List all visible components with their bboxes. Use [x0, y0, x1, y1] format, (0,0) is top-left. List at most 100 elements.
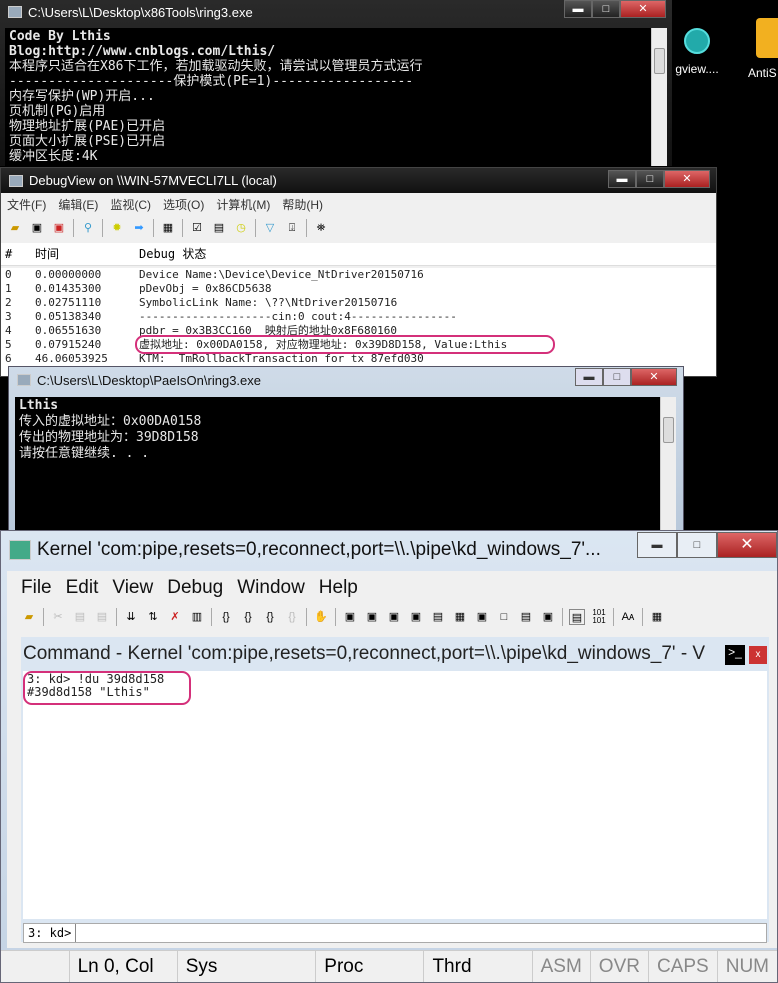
hex-icon[interactable]: 101 101 [591, 609, 607, 625]
menu-help[interactable]: 帮助(H) [282, 196, 323, 213]
callstack-icon[interactable]: ▦ [452, 609, 468, 625]
pane-close-button[interactable]: x [749, 646, 767, 664]
desktop-icon-dbgview[interactable]: gview.... [672, 28, 722, 76]
command-output: 3: kd> !du 39d8d158 #39d8d158 "Lthis" [23, 671, 767, 919]
scrollbar[interactable] [651, 28, 667, 166]
locals-icon[interactable]: ▣ [386, 609, 402, 625]
status-thread: Thrd 003:0 [423, 951, 531, 982]
log-row[interactable]: 1 0.01435300 pDevObj = 0x86CD5638 [1, 282, 716, 296]
minimize-button[interactable]: ▬ [637, 532, 677, 558]
disassembly-icon[interactable]: ▣ [474, 609, 490, 625]
scratch-icon[interactable]: □ [496, 609, 512, 625]
clock-icon[interactable]: ◷ [233, 220, 249, 236]
paeison-window[interactable]: C:\Users\L\Desktop\PaeIsOn\ring3.exe ▬ □ ✕… [8, 366, 684, 536]
step-out-icon[interactable]: {} [262, 609, 278, 625]
step-into-icon[interactable]: {} [218, 609, 234, 625]
filter-icon[interactable]: ☑ [189, 220, 205, 236]
minimize-button[interactable]: ▬ [564, 0, 592, 18]
debugview-window[interactable]: DebugView on \\WIN-57MVECLI7LL (local) ▬… [0, 167, 717, 377]
go-icon[interactable]: ⇊ [123, 609, 139, 625]
menu-window[interactable]: Window [237, 577, 305, 599]
close-button[interactable]: ✕ [631, 368, 677, 386]
capture-kernel-icon[interactable]: ▦ [160, 220, 176, 236]
log-list: 0 0.00000000 Device Name:\Device\Device_Nt… [1, 268, 716, 376]
close-button[interactable]: ✕ [717, 532, 777, 558]
minimize-button[interactable]: ▬ [608, 170, 636, 188]
debugview-app-icon [9, 174, 23, 187]
highlight-circle [135, 335, 555, 354]
memory-icon[interactable]: ▤ [430, 609, 446, 625]
processes-icon[interactable]: ▤ [518, 609, 534, 625]
options-icon[interactable]: ▦ [649, 609, 665, 625]
command-prompt-icon[interactable]: >_ [725, 645, 745, 665]
menu-computer[interactable]: 计算机(M) [216, 196, 270, 213]
status-system: Sys 0:KdSrv:S [176, 951, 316, 982]
menu-bar: File Edit View Debug Window Help [15, 573, 777, 603]
maximize-button[interactable]: □ [677, 532, 717, 558]
registers-icon[interactable]: ▣ [408, 609, 424, 625]
console-line: 页机制(PG)启用 [9, 104, 106, 119]
log-row[interactable]: 0 0.00000000 Device Name:\Device\Device_Nt… [1, 268, 716, 282]
restart-icon[interactable]: ⇅ [145, 609, 161, 625]
maximize-button[interactable]: □ [592, 0, 620, 18]
window-title: DebugView on \\WIN-57MVECLI7LL (local) [29, 173, 277, 188]
maximize-button[interactable]: □ [636, 170, 664, 188]
arrow-icon[interactable]: ➡ [131, 220, 147, 236]
toolbar: ▰ ▣ ▣ ⚲ ✹ ➡ ▦ ☑ ▤ ◷ ▽ ⍗ ⛯ [1, 216, 716, 240]
cut-icon: ✂ [53, 611, 63, 623]
menu-capture[interactable]: 监视(C) [110, 196, 151, 213]
desktop-icon-antispy[interactable]: AntiS [748, 18, 778, 80]
font-icon[interactable]: Aᴀ [620, 609, 636, 625]
maximize-button[interactable]: □ [603, 368, 631, 386]
menu-view[interactable]: View [112, 577, 153, 599]
close-button[interactable]: ✕ [664, 170, 710, 188]
column-debug-output[interactable]: Debug 状态 [139, 243, 716, 265]
log-row[interactable]: 2 0.02751110 SymbolicLink Name: \??\NtDriv… [1, 296, 716, 310]
menu-file[interactable]: 文件(F) [7, 196, 46, 213]
step-over-icon[interactable]: {} [240, 609, 256, 625]
windbg-window[interactable]: Kernel 'com:pipe,resets=0,reconnect,port… [0, 530, 778, 983]
status-process: Proc 000:0 [315, 951, 423, 982]
menu-bar: 文件(F) 编辑(E) 监视(C) 选项(O) 计算机(M) 帮助(H) [1, 194, 716, 214]
open-icon[interactable]: ▰ [21, 609, 37, 625]
console-line: 传出的物理地址为：39D8D158 [19, 430, 199, 445]
log-row[interactable]: 3 0.05138340 --------------------cin:0 cou… [1, 310, 716, 324]
find-icon[interactable]: ⚲ [80, 220, 96, 236]
antispy-icon [756, 18, 778, 58]
log-row[interactable]: 6 46.06053925 KTM: TmRollbackTransaction f… [1, 352, 716, 366]
scrollbar[interactable] [660, 397, 676, 535]
close-button[interactable]: ✕ [620, 0, 666, 18]
hand-icon[interactable]: ✋ [313, 609, 329, 625]
column-number[interactable]: # [1, 243, 35, 265]
window-title: Kernel 'com:pipe,resets=0,reconnect,port… [37, 539, 601, 560]
stop-icon[interactable]: ✗ [167, 609, 183, 625]
menu-options[interactable]: 选项(O) [163, 196, 204, 213]
menu-edit[interactable]: Edit [66, 577, 99, 599]
console-line: 页面大小扩展(PSE)已开启 [9, 134, 166, 149]
history-icon[interactable]: ▤ [211, 220, 227, 236]
source-mode-icon[interactable]: ▤ [569, 609, 585, 625]
highlight-icon[interactable]: ▽ [262, 220, 278, 236]
console-line: 物理地址扩展(PAE)已开启 [9, 119, 166, 134]
status-num: NUM [716, 951, 777, 982]
open-icon[interactable]: ▰ [7, 220, 23, 236]
minimize-button[interactable]: ▬ [575, 368, 603, 386]
binoculars-icon[interactable]: ⛯ [313, 220, 329, 236]
menu-edit[interactable]: 编辑(E) [58, 196, 98, 213]
menu-help[interactable]: Help [319, 577, 358, 599]
watch-icon[interactable]: ▣ [364, 609, 380, 625]
column-time[interactable]: 时间 [35, 243, 139, 265]
command-input[interactable] [76, 924, 766, 942]
x86tools-window[interactable]: C:\Users\L\Desktop\x86Tools\ring3.exe ▬ □… [0, 0, 672, 166]
command-prompt: 3: kd> [24, 924, 77, 942]
save-icon[interactable]: ▣ [29, 220, 45, 236]
clear-icon[interactable]: ▣ [51, 220, 67, 236]
console-line: Blog:http://www.cnblogs.com/Lthis/ [9, 44, 276, 59]
break-icon[interactable]: ▥ [189, 609, 205, 625]
command-icon[interactable]: ▣ [342, 609, 358, 625]
cmd-window-icon[interactable]: ▣ [540, 609, 556, 625]
autoscroll-icon[interactable]: ⍗ [284, 220, 300, 236]
capture-icon[interactable]: ✹ [109, 220, 125, 236]
menu-debug[interactable]: Debug [167, 577, 223, 599]
menu-file[interactable]: File [21, 577, 52, 599]
